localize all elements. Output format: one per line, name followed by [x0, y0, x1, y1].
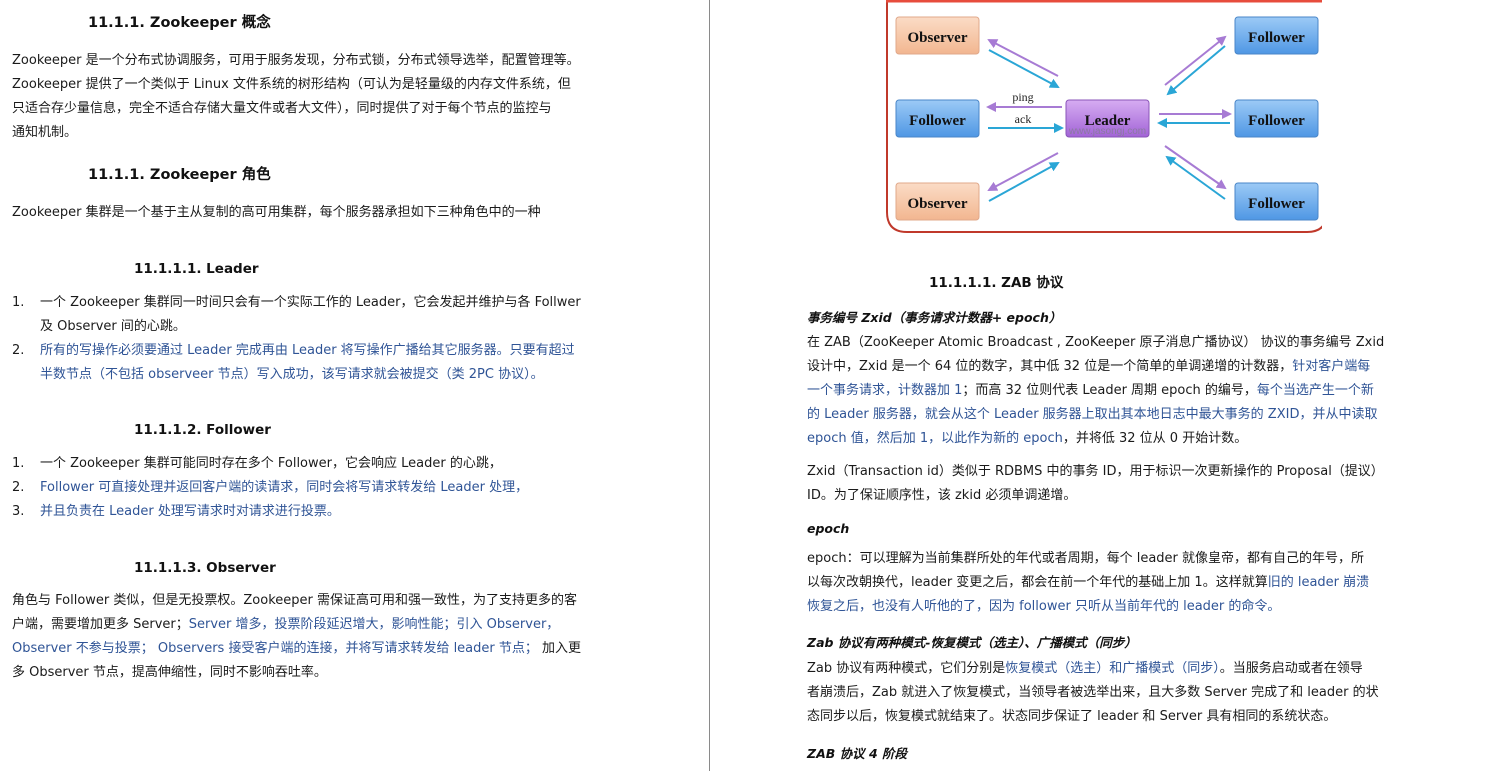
list-text: 所有的写操作必须要通过 Leader 完成再由 Leader 将写操作广播给其它…: [40, 343, 575, 358]
zab-architecture-diagram: Observer Follower Observer Leader www.ja…: [886, 0, 1322, 233]
watermark: www.jasongj.com: [1068, 126, 1146, 137]
list-number: 2.: [12, 480, 25, 495]
zab-modes-line: Zab 协议有两种模式，它们分别是恢复模式（选主）和广播模式（同步）。当服务启动…: [807, 657, 1379, 681]
text-run: 以每次改朝换代，leader 变更之后，都会在前一个年代的基础上加 1。这样就算: [807, 575, 1268, 590]
heading-follower: 11.1.1.2. Follower: [134, 422, 271, 438]
text-run: Zab 协议有两种模式，它们分别是: [807, 661, 1006, 676]
ack-label: ack: [1015, 112, 1032, 126]
text-run-highlight: Observer 不参与投票； Observers 接受客户端的连接，并将写请求…: [12, 641, 538, 656]
zxid-line: 设计中，Zxid 是一个 64 位的数字，其中低 32 位是一个简单的单调递增的…: [807, 355, 1384, 379]
concept-paragraph: Zookeeper 是一个分布式协调服务，可用于服务发现，分布式锁，分布式领导选…: [12, 49, 580, 145]
heading-zookeeper-roles: 11.1.1. Zookeeper 角色: [88, 167, 271, 183]
epoch-line: epoch：可以理解为当前集群所处的年代或者周期，每个 leader 就像皇帝，…: [807, 547, 1369, 571]
zxid-definition-line: ID。为了保证顺序性，该 zkid 必须单调递增。: [807, 488, 1077, 503]
node-label: Follower: [1248, 30, 1305, 46]
ping-label: ping: [1012, 90, 1033, 104]
zxid-line: 一个事务请求，计数器加 1；而高 32 位则代表 Leader 周期 epoch…: [807, 379, 1384, 403]
zab-phases-title: ZAB 协议 4 阶段: [807, 746, 908, 761]
list-text: 半数节点（不包括 observeer 节点）写入成功，该写请求就会被提交（类 2…: [40, 367, 544, 382]
text-run: 多 Observer 节点，提高伸缩性，同时不影响吞吐率。: [12, 665, 327, 680]
observer-line: 多 Observer 节点，提高伸缩性，同时不影响吞吐率。: [12, 661, 581, 685]
heading-zookeeper-concept: 11.1.1. Zookeeper 概念: [88, 15, 271, 31]
observer-paragraph: 角色与 Follower 类似，但是无投票权。Zookeeper 需保证高可用和…: [12, 589, 581, 685]
list-text: 一个 Zookeeper 集群同一时间只会有一个实际工作的 Leader，它会发…: [40, 295, 581, 310]
observer-line: 角色与 Follower 类似，但是无投票权。Zookeeper 需保证高可用和…: [12, 589, 581, 613]
roles-intro: Zookeeper 集群是一个基于主从复制的高可用集群，每个服务器承担如下三种角…: [12, 205, 541, 220]
page-divider: [709, 0, 710, 771]
leader-list-item-1: 1. 一个 Zookeeper 集群同一时间只会有一个实际工作的 Leader，…: [12, 291, 702, 339]
concept-line: 通知机制。: [12, 125, 78, 140]
node-label: Observer: [908, 30, 968, 46]
concept-line: 只适合存少量信息，完全不适合存储大量文件或者大文件），同时提供了对于每个节点的监…: [12, 101, 552, 116]
text-run: 设计中，Zxid 是一个 64 位的数字，其中低 32 位是一个简单的单调递增的…: [807, 359, 1293, 374]
list-text: 一个 Zookeeper 集群可能同时存在多个 Follower，它会响应 Le…: [40, 456, 502, 471]
epoch-title: epoch: [807, 521, 850, 536]
list-number: 1.: [12, 295, 25, 310]
list-text: 并且负责在 Leader 处理写请求时对请求进行投票。: [40, 504, 340, 519]
text-run: 者崩溃后，Zab 就进入了恢复模式，当领导者被选举出来，且大多数 Server …: [807, 685, 1379, 700]
leader-list-item-2: 2. 所有的写操作必须要通过 Leader 完成再由 Leader 将写操作广播…: [12, 339, 702, 387]
node-observer-bottom: Observer: [895, 182, 980, 221]
text-run-highlight: epoch 值，然后加 1，以此作为新的 epoch: [807, 431, 1063, 446]
zab-modes-paragraph: Zab 协议有两种模式，它们分别是恢复模式（选主）和广播模式（同步）。当服务启动…: [807, 657, 1379, 729]
node-label: Observer: [908, 196, 968, 212]
text-run: 户端，需要增加更多 Server；: [12, 617, 189, 632]
text-run: 。当服务启动或者在领导: [1219, 661, 1363, 676]
text-run-highlight: 旧的 leader 崩溃: [1267, 575, 1370, 590]
text-run-highlight: 一个事务请求，计数器加 1: [807, 383, 963, 398]
list-number: 2.: [12, 343, 25, 358]
zxid-definition-line: Zxid（Transaction id）类似于 RDBMS 中的事务 ID，用于…: [807, 464, 1384, 479]
zxid-line: epoch 值，然后加 1，以此作为新的 epoch，并将低 32 位从 0 开…: [807, 427, 1384, 451]
follower-list-item-3: 3. 并且负责在 Leader 处理写请求时对请求进行投票。: [12, 500, 702, 524]
node-observer-top: Observer: [895, 16, 980, 55]
list-number: 1.: [12, 456, 25, 471]
node-label: Follower: [909, 113, 966, 129]
epoch-line: 以每次改朝换代，leader 变更之后，都会在前一个年代的基础上加 1。这样就算…: [807, 571, 1369, 595]
text-run-highlight: Server 增多，投票阶段延迟增大，影响性能；引入 Observer，: [188, 617, 560, 632]
left-page: 11.1.1. Zookeeper 概念 Zookeeper 是一个分布式协调服…: [0, 0, 710, 771]
text-run-highlight: 恢复模式（选主）和广播模式（同步）: [1005, 661, 1220, 676]
node-follower-top-right: Follower: [1234, 16, 1319, 55]
right-page: Observer Follower Observer Leader www.ja…: [711, 0, 1499, 771]
node-leader: Leader www.jasongj.com: [1065, 99, 1150, 138]
zxid-title: 事务编号 Zxid（事务请求计数器+ epoch）: [807, 310, 1062, 325]
node-label: Follower: [1248, 196, 1305, 212]
list-text: Follower 可直接处理并返回客户端的读请求，同时会将写请求转发给 Lead…: [40, 480, 529, 495]
zab-modes-title: Zab 协议有两种模式-恢复模式（选主）、广播模式（同步）: [807, 635, 1137, 650]
concept-line: Zookeeper 是一个分布式协调服务，可用于服务发现，分布式锁，分布式领导选…: [12, 53, 580, 68]
node-follower-mid-right: Follower: [1234, 99, 1319, 138]
node-follower-bottom-right: Follower: [1234, 182, 1319, 221]
heading-zab-protocol: 11.1.1.1. ZAB 协议: [929, 275, 1064, 291]
text-run-highlight: 恢复之后，也没有人听他的了，因为 follower 只听从当前年代的 leade…: [807, 599, 1281, 614]
follower-list-item-2: 2. Follower 可直接处理并返回客户端的读请求，同时会将写请求转发给 L…: [12, 476, 702, 500]
text-run: ；而高 32 位则代表 Leader 周期 epoch 的编号，: [962, 383, 1257, 398]
text-run: 态同步以后，恢复模式就结束了。状态同步保证了 leader 和 Server 具…: [807, 709, 1337, 724]
text-run: 在 ZAB（ZooKeeper Atomic Broadcast , ZooKe…: [807, 335, 1385, 350]
text-run: ，并将低 32 位从 0 开始计数。: [1062, 431, 1248, 446]
zab-modes-line: 态同步以后，恢复模式就结束了。状态同步保证了 leader 和 Server 具…: [807, 705, 1379, 729]
heading-observer: 11.1.1.3. Observer: [134, 560, 276, 576]
list-number: 3.: [12, 504, 25, 519]
concept-line: Zookeeper 提供了一个类似于 Linux 文件系统的树形结构（可认为是轻…: [12, 77, 571, 92]
epoch-line: 恢复之后，也没有人听他的了，因为 follower 只听从当前年代的 leade…: [807, 595, 1369, 619]
text-run-highlight: 针对客户端每: [1292, 359, 1371, 374]
node-follower-left: Follower: [895, 99, 980, 138]
observer-line: Observer 不参与投票； Observers 接受客户端的连接，并将写请求…: [12, 637, 581, 661]
node-label: Follower: [1248, 113, 1305, 129]
zab-modes-line: 者崩溃后，Zab 就进入了恢复模式，当领导者被选举出来，且大多数 Server …: [807, 681, 1379, 705]
follower-list-item-1: 1. 一个 Zookeeper 集群可能同时存在多个 Follower，它会响应…: [12, 452, 702, 476]
list-text: 及 Observer 间的心跳。: [40, 319, 186, 334]
text-run-highlight: 每个当选产生一个新: [1256, 383, 1374, 398]
zxid-definition-paragraph: Zxid（Transaction id）类似于 RDBMS 中的事务 ID，用于…: [807, 460, 1384, 508]
text-run-highlight: 的 Leader 服务器，就会从这个 Leader 服务器上取出其本地日志中最大…: [807, 407, 1378, 422]
text-run: epoch：可以理解为当前集群所处的年代或者周期，每个 leader 就像皇帝，…: [807, 551, 1365, 566]
heading-leader: 11.1.1.1. Leader: [134, 261, 259, 277]
epoch-paragraph: epoch：可以理解为当前集群所处的年代或者周期，每个 leader 就像皇帝，…: [807, 547, 1369, 619]
zxid-line: 在 ZAB（ZooKeeper Atomic Broadcast , ZooKe…: [807, 331, 1384, 355]
zxid-line: 的 Leader 服务器，就会从这个 Leader 服务器上取出其本地日志中最大…: [807, 403, 1384, 427]
observer-line: 户端，需要增加更多 Server；Server 增多，投票阶段延迟增大，影响性能…: [12, 613, 581, 637]
text-run: 加入更: [537, 641, 582, 656]
text-run: 角色与 Follower 类似，但是无投票权。Zookeeper 需保证高可用和…: [12, 593, 577, 608]
zxid-paragraph: 在 ZAB（ZooKeeper Atomic Broadcast , ZooKe…: [807, 331, 1384, 451]
